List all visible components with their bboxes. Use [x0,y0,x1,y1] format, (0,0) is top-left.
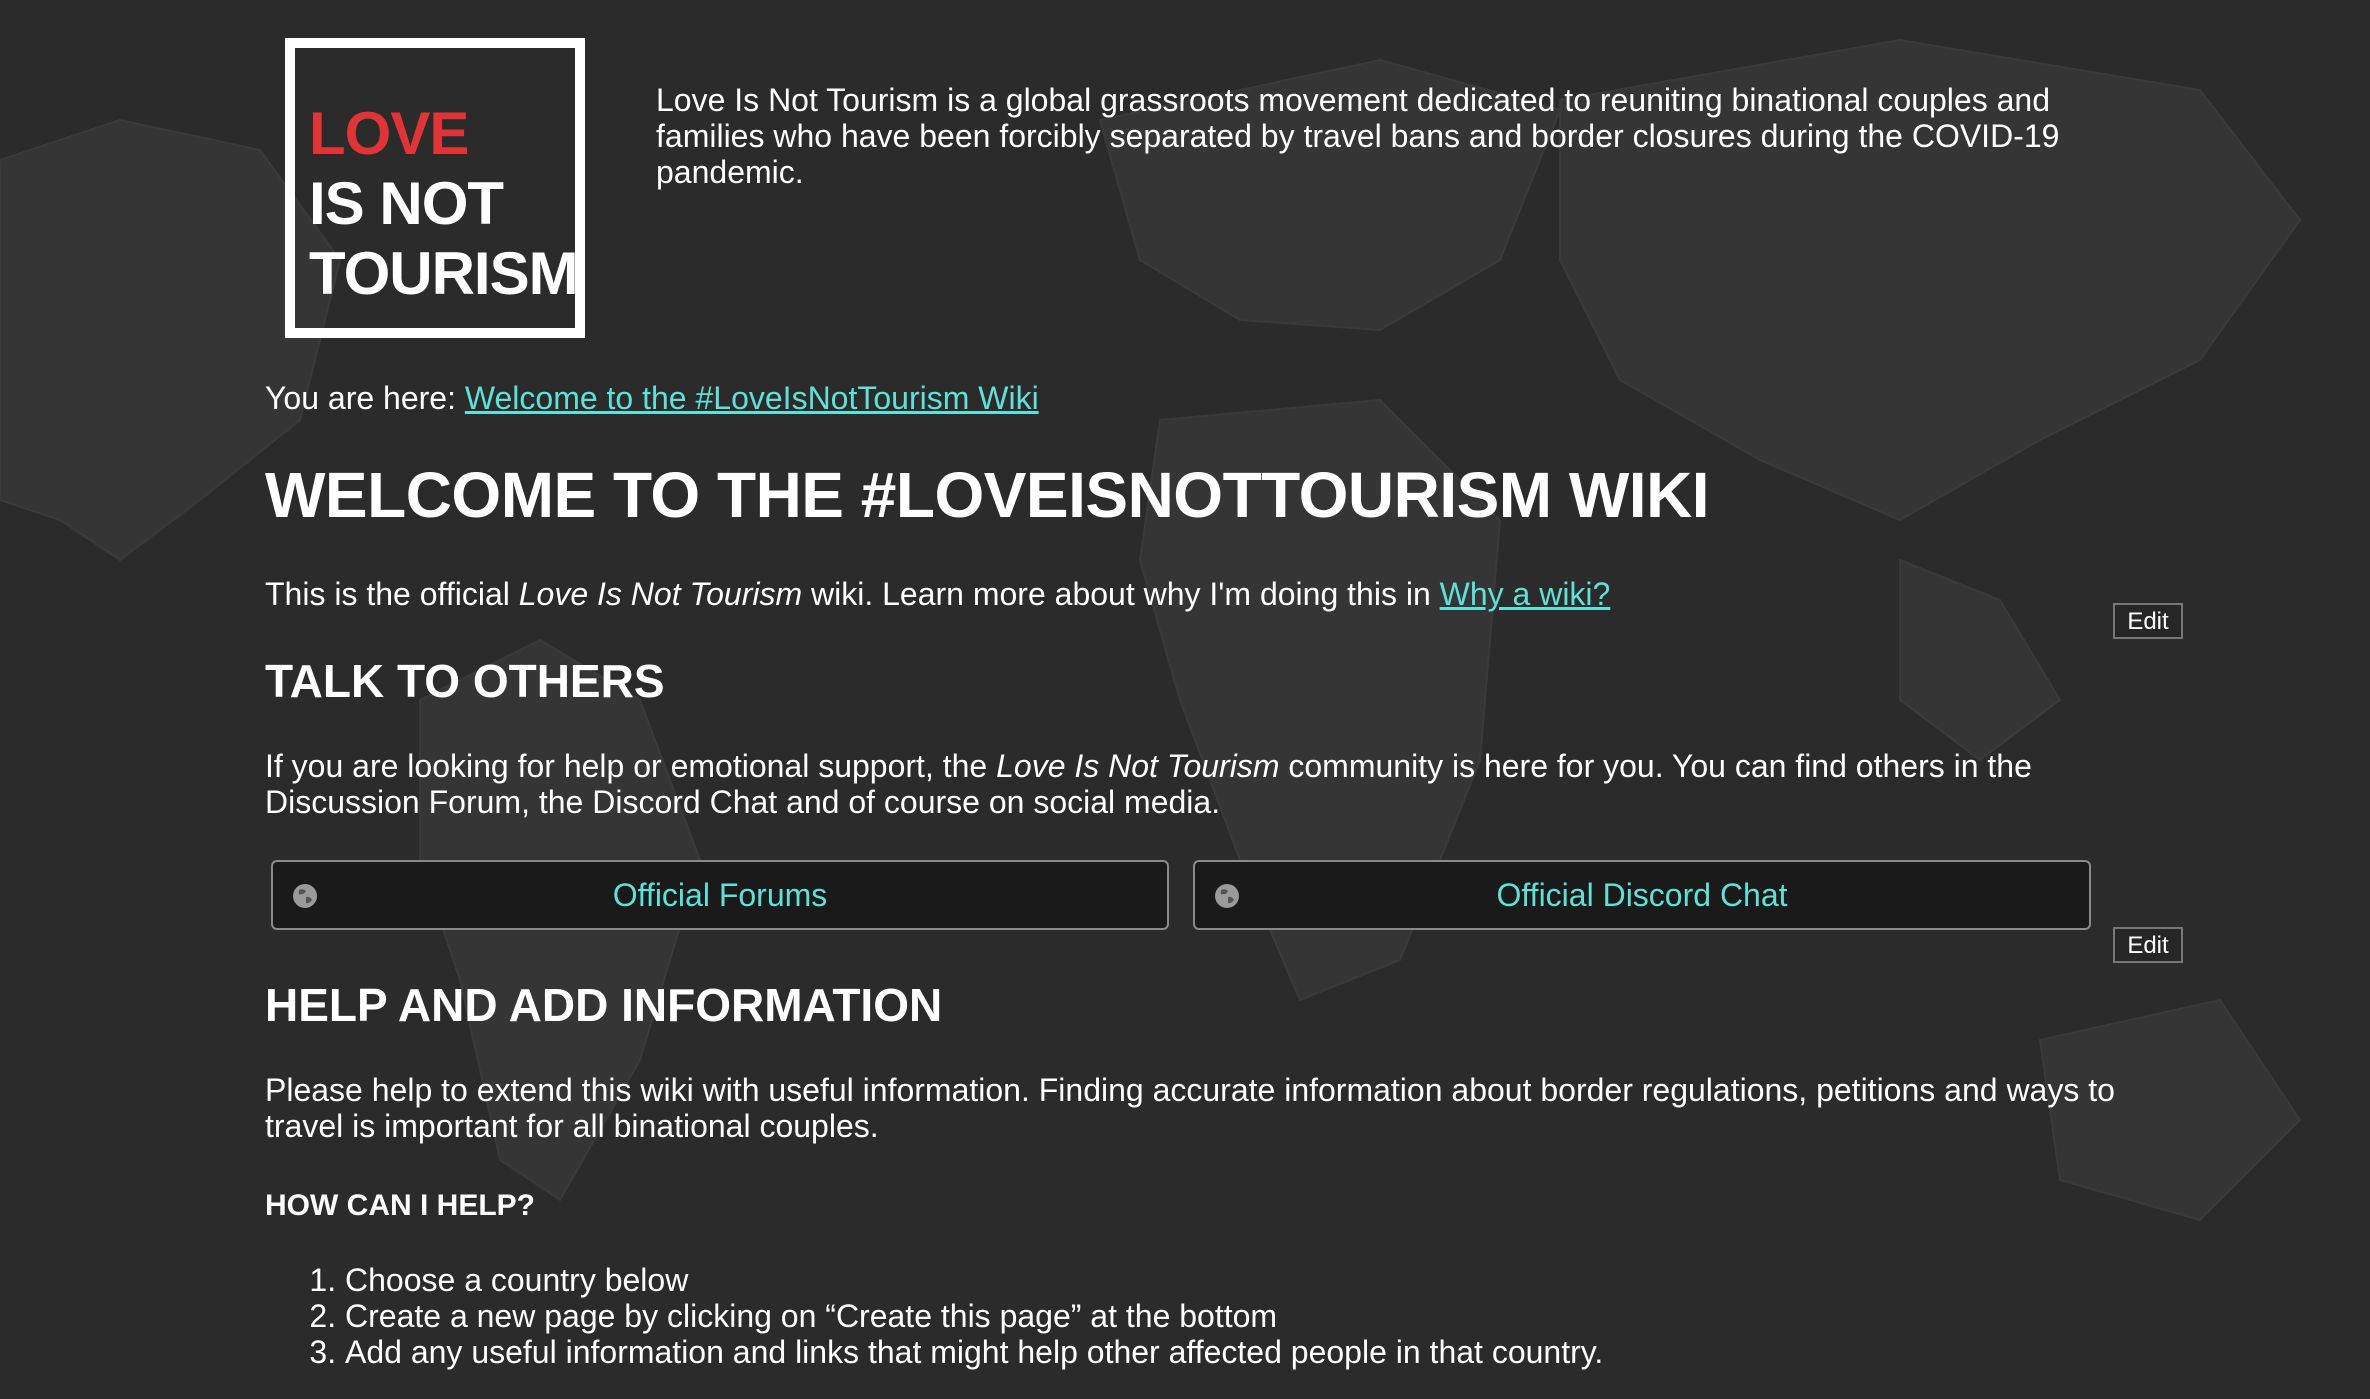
breadcrumb-link-home[interactable]: Welcome to the #LoveIsNotTourism Wiki [465,380,1039,416]
official-forums-label: Official Forums [612,877,828,913]
page-title: WELCOME TO THE #LOVEISNOTTOURISM WIKI [265,459,1710,531]
talk-text-before: If you are looking for help or emotional… [265,748,997,784]
why-a-wiki-link[interactable]: Why a wiki? [1440,576,1611,612]
talk-paragraph: If you are looking for help or emotional… [265,748,2195,820]
breadcrumb-prefix: You are here: [265,380,456,416]
list-item: Add any useful information and links tha… [345,1334,1603,1370]
list-item: Create a new page by clicking on “Create… [345,1298,1603,1334]
official-discord-chat-button[interactable]: Official Discord Chat [1193,860,2091,930]
logo-text-love: LOVE [309,100,469,167]
logo-text-is-not: IS NOT [309,170,504,237]
logo-text-tourism: TOURISM [309,240,579,307]
section-heading-talk: TALK TO OTHERS [265,655,665,707]
how-can-i-help-heading: HOW CAN I HELP? [265,1189,535,1222]
breadcrumb: You are here: Welcome to the #LoveIsNotT… [265,378,1039,418]
intro-paragraph: This is the official Love Is Not Tourism… [265,574,1610,614]
help-steps-list: Choose a country below Create a new page… [265,1262,1603,1370]
help-paragraph: Please help to extend this wiki with use… [265,1072,2115,1144]
intro-text-before: This is the official [265,576,519,612]
edit-section-button[interactable]: Edit [2113,927,2183,963]
list-item: Choose a country below [345,1262,1603,1298]
talk-emphasis: Love Is Not Tourism [996,748,1280,784]
edit-section-button[interactable]: Edit [2113,603,2183,639]
section-heading-help: HELP AND ADD INFORMATION [265,979,943,1031]
intro-text-after: wiki. Learn more about why I'm doing thi… [802,576,1440,612]
intro-emphasis: Love Is Not Tourism [518,576,803,612]
site-tagline: Love Is Not Tourism is a global grassroo… [656,82,2060,190]
official-discord-chat-label: Official Discord Chat [1496,877,1788,913]
site-logo[interactable]: LOVE IS NOT TOURISM [285,38,585,338]
official-forums-button[interactable]: Official Forums [271,860,1169,930]
